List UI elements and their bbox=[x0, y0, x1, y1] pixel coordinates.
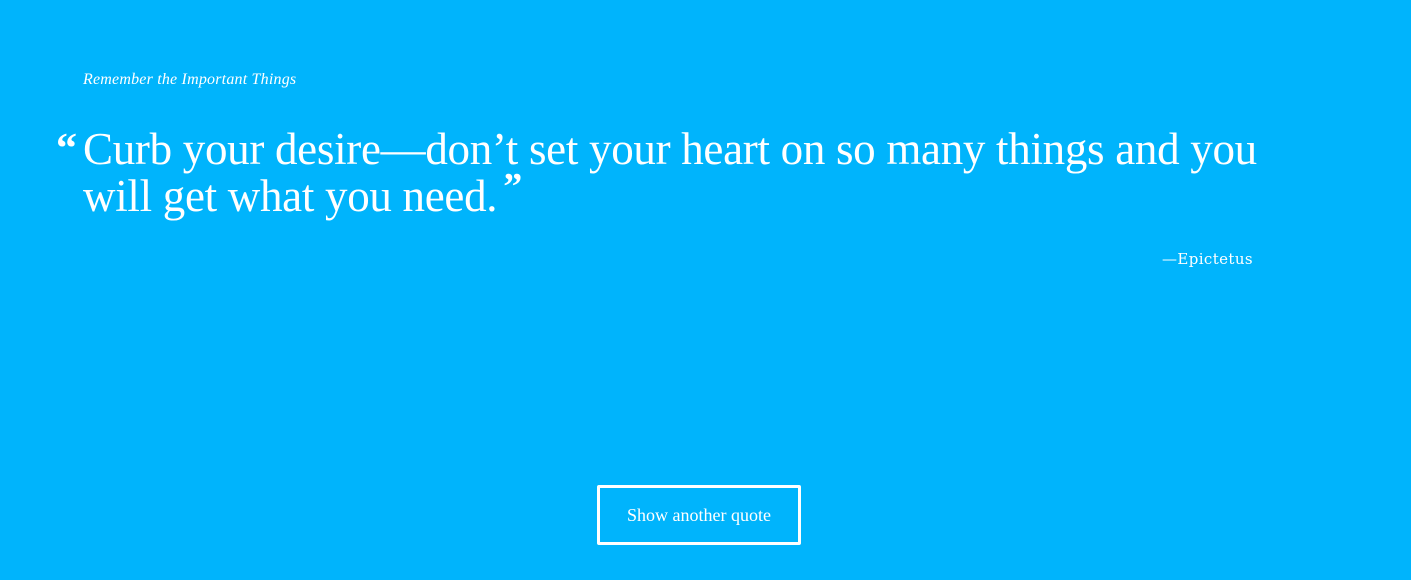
quote-text: Curb your desire—don’t set your heart on… bbox=[83, 126, 1273, 223]
quote-author: —Epictetus bbox=[1161, 250, 1253, 268]
quote-body: Curb your desire—don’t set your heart on… bbox=[83, 124, 1257, 221]
site-tagline: Remember the Important Things bbox=[83, 71, 297, 88]
quote-block: “ Curb your desire—don’t set your heart … bbox=[56, 126, 1273, 223]
show-another-quote-button[interactable]: Show another quote bbox=[597, 485, 801, 545]
close-quote-icon: ” bbox=[503, 166, 522, 208]
open-quote-icon: “ bbox=[56, 126, 77, 172]
